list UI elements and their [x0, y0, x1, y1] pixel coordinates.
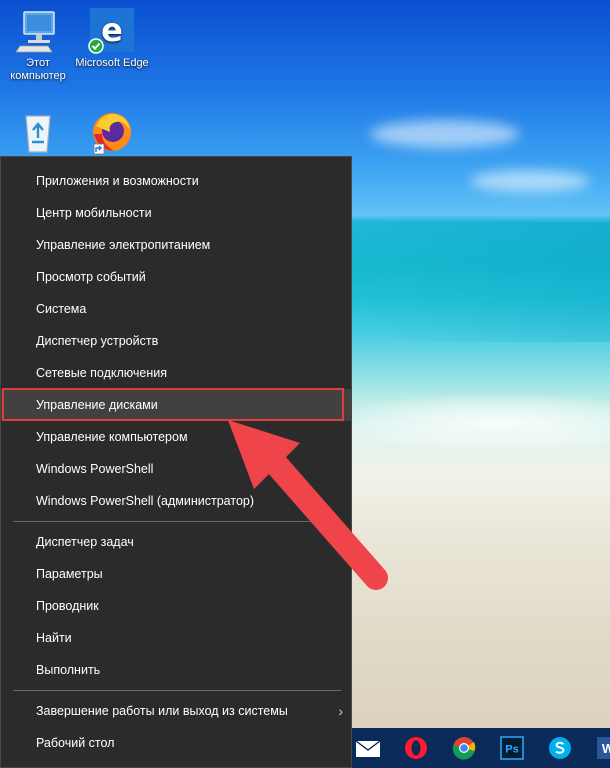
- menu-item-computer-management[interactable]: Управление компьютером: [1, 421, 351, 453]
- menu-separator: [13, 690, 341, 691]
- chevron-right-icon: ›: [338, 703, 343, 719]
- cloud: [370, 120, 520, 148]
- desktop-screen: Этот компьютер e Microsoft Edge Приложен…: [0, 0, 610, 768]
- svg-text:e: e: [101, 11, 123, 49]
- desktop-icon-this-pc[interactable]: Этот компьютер: [0, 6, 76, 83]
- menu-item-system[interactable]: Система: [1, 293, 351, 325]
- word-icon[interactable]: W: [584, 728, 610, 768]
- menu-item-label: Завершение работы или выход из системы: [36, 704, 288, 718]
- desktop-icon-firefox[interactable]: [74, 108, 150, 159]
- highlight-frame: [2, 388, 344, 421]
- menu-separator: [13, 521, 341, 522]
- menu-item-power-options[interactable]: Управление электропитанием: [1, 229, 351, 261]
- opera-icon[interactable]: [392, 728, 440, 768]
- desktop-icon-label: Microsoft Edge: [75, 57, 149, 69]
- menu-item-explorer[interactable]: Проводник: [1, 590, 351, 622]
- edge-icon: e: [88, 6, 136, 54]
- menu-item-task-manager[interactable]: Диспетчер задач: [1, 526, 351, 558]
- computer-icon: [14, 6, 62, 54]
- menu-item-search[interactable]: Найти: [1, 622, 351, 654]
- menu-item-powershell-admin[interactable]: Windows PowerShell (администратор): [1, 485, 351, 517]
- chrome-icon[interactable]: [440, 728, 488, 768]
- menu-item-network-connections[interactable]: Сетевые подключения: [1, 357, 351, 389]
- desktop-icon-label: Этот компьютер: [10, 57, 66, 82]
- wave-foam: [330, 395, 610, 450]
- menu-item-event-viewer[interactable]: Просмотр событий: [1, 261, 351, 293]
- menu-item-shutdown-signout[interactable]: Завершение работы или выход из системы ›: [1, 695, 351, 727]
- recycle-bin-icon: [14, 108, 62, 156]
- desktop-icon-microsoft-edge[interactable]: e Microsoft Edge: [74, 6, 150, 70]
- skype-icon[interactable]: [536, 728, 584, 768]
- menu-item-apps-features[interactable]: Приложения и возможности: [1, 165, 351, 197]
- photoshop-icon[interactable]: Ps: [488, 728, 536, 768]
- menu-item-mobility-center[interactable]: Центр мобильности: [1, 197, 351, 229]
- menu-item-run[interactable]: Выполнить: [1, 654, 351, 686]
- menu-item-settings[interactable]: Параметры: [1, 558, 351, 590]
- cloud: [470, 170, 590, 192]
- photoshop-text: Ps: [505, 744, 518, 756]
- firefox-icon: [88, 108, 136, 156]
- winx-context-menu: Приложения и возможности Центр мобильнос…: [0, 156, 352, 768]
- desktop-icon-recycle-bin[interactable]: [0, 108, 76, 159]
- word-text: W: [602, 741, 610, 756]
- menu-item-powershell[interactable]: Windows PowerShell: [1, 453, 351, 485]
- mail-icon[interactable]: [344, 728, 392, 768]
- menu-item-desktop[interactable]: Рабочий стол: [1, 727, 351, 759]
- taskbar: Ps W: [352, 728, 610, 768]
- menu-item-device-manager[interactable]: Диспетчер устройств: [1, 325, 351, 357]
